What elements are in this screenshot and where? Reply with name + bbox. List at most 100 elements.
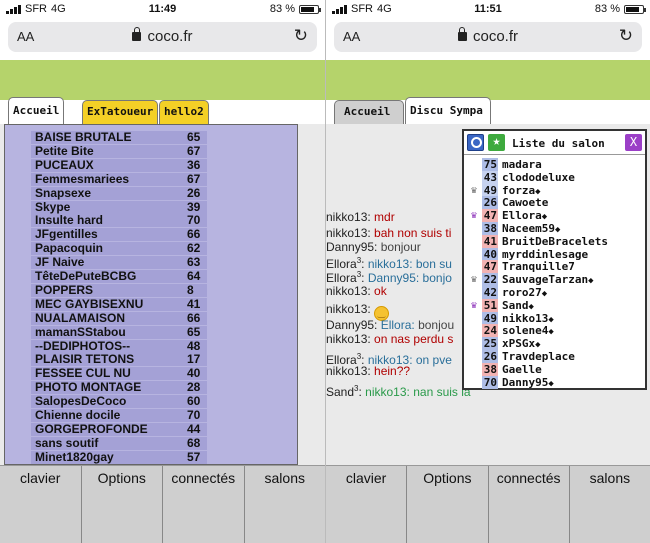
user-age: 66	[187, 310, 201, 325]
search-icon[interactable]	[467, 134, 484, 151]
room-user-age: 26	[482, 196, 498, 210]
user-list-item[interactable]: mamanSStabou 65	[31, 325, 207, 339]
user-age: 67	[187, 143, 201, 158]
tab-accueil[interactable]: Accueil	[8, 97, 65, 124]
address-bar[interactable]: AA coco.fr ↻	[8, 22, 317, 52]
message-author[interactable]: nikko13:	[326, 284, 371, 298]
message-author[interactable]: nikko13:	[326, 364, 371, 378]
connected-button[interactable]: connectés	[162, 466, 244, 543]
tab-discu-sympa[interactable]: Discu Sympa	[405, 97, 491, 124]
chat-message: nikko13: hein??	[326, 364, 410, 378]
room-user-name: Tranquille7	[502, 260, 575, 273]
status-diamond-icon: ◆	[548, 314, 554, 325]
user-list-item[interactable]: SalopesDeCoco 60	[31, 394, 207, 409]
user-name: POPPERS	[35, 282, 94, 297]
message-author[interactable]: nikko13:	[326, 210, 371, 224]
user-list-item[interactable]: --DEDIPHOTOS-- 48	[31, 338, 207, 353]
user-name: Skype	[35, 199, 71, 214]
options-button[interactable]: Options	[406, 466, 487, 543]
user-list-item[interactable]: Papacoquin 62	[31, 241, 207, 256]
address-bar[interactable]: AA coco.fr ↻	[334, 22, 642, 52]
user-name: SalopesDeCoco	[35, 394, 127, 409]
user-age: 66	[187, 227, 201, 242]
user-list-item[interactable]: TêteDePuteBCBG 64	[31, 270, 207, 283]
user-list-item[interactable]: MEC GAYBISEXNU 41	[31, 296, 207, 311]
room-user-age: 41	[482, 234, 498, 248]
room-user-name: Danny95◆	[502, 376, 554, 391]
tab-hello2[interactable]: hello2	[159, 100, 209, 124]
message-recipient: Ellora:	[380, 318, 415, 332]
options-button[interactable]: Options	[80, 466, 163, 543]
room-user-name-text: BruitDeBracelets	[502, 234, 608, 248]
room-user-age: 40	[482, 247, 498, 261]
crown-icon: ♛	[470, 210, 478, 222]
room-user-age: 26	[482, 350, 498, 363]
message-author[interactable]: Danny95:	[326, 240, 377, 254]
room-user-name-text: Travdeplace	[502, 350, 575, 363]
user-list-item[interactable]: sans soutif 68	[31, 436, 207, 450]
user-age: 62	[187, 241, 201, 256]
message-author[interactable]: Ellora	[326, 271, 357, 285]
room-user-name-text: Sand	[502, 298, 529, 312]
user-list-item[interactable]: Chienne docile 70	[31, 409, 207, 422]
message-author[interactable]: Danny95:	[326, 318, 377, 332]
user-list-item[interactable]: FESSEE CUL NU 40	[31, 367, 207, 381]
chat-message: nikko13: mdr	[326, 210, 395, 224]
user-list-item[interactable]: PHOTO MONTAGE 28	[31, 380, 207, 395]
star-icon[interactable]: ★	[488, 134, 505, 151]
user-name: Petite Bite	[35, 143, 94, 158]
user-list-item[interactable]: GORGEPROFONDE 44	[31, 422, 207, 436]
room-user-age: 47	[482, 209, 498, 223]
user-list-item[interactable]: Petite Bite 67	[31, 143, 207, 158]
message-author[interactable]: Sand	[326, 385, 354, 399]
message-author[interactable]: nikko13:	[326, 332, 371, 346]
room-user-name-text: roro27	[502, 286, 542, 299]
user-list-item[interactable]: PLAISIR TETONS 17	[31, 353, 207, 367]
user-list-item[interactable]: NUALAMAISON 66	[31, 310, 207, 325]
tab-accueil[interactable]: Accueil	[334, 100, 404, 124]
user-list-item[interactable]: Skype 39	[31, 199, 207, 214]
battery-icon	[624, 4, 646, 14]
message-text: on pve	[415, 353, 452, 367]
url-display[interactable]: coco.fr	[334, 27, 642, 45]
status-diamond-icon: ◆	[554, 225, 561, 235]
battery-percent: 83 %	[269, 3, 295, 15]
room-user-list[interactable]: ★ Liste du salon X 75 madara 43 clododeluxe…	[462, 129, 647, 390]
message-author[interactable]: nikko13:	[326, 226, 371, 240]
author-badge: 3	[356, 270, 362, 279]
room-user-name-text: Gaelle	[502, 362, 542, 376]
crown-icon: ♛	[470, 184, 478, 196]
user-list-item[interactable]: Snapsexe 26	[31, 186, 207, 200]
user-list-panel[interactable]: BAISE BRUTALE 65 Petite Bite 67 PUCEAUX 36 Fem…	[4, 124, 298, 465]
user-name: MEC GAYBISEXNU	[35, 296, 144, 311]
user-list-item[interactable]: Minet1820gay 57	[31, 450, 207, 464]
user-name: PHOTO MONTAGE	[35, 380, 142, 395]
message-author[interactable]: nikko13:	[326, 302, 371, 316]
user-list-item[interactable]: JFgentilles 66	[31, 227, 207, 242]
user-list-item[interactable]: POPPERS 8	[31, 282, 207, 297]
status-diamond-icon: ◆	[548, 327, 554, 338]
user-list-item[interactable]: Insulte hard 70	[31, 214, 207, 228]
battery-info: 83 %	[269, 3, 321, 15]
url-display[interactable]: coco.fr	[8, 27, 317, 45]
keyboard-button[interactable]: clavier	[0, 466, 81, 543]
close-icon[interactable]: X	[625, 134, 642, 151]
message-text: bonjo	[422, 271, 452, 285]
user-list-item[interactable]: Femmesmariees 67	[31, 171, 207, 186]
reload-icon[interactable]: ↻	[619, 26, 633, 46]
status-bar: SFR 4G 11:51 83 %	[326, 0, 650, 20]
rooms-button[interactable]: salons	[568, 466, 650, 543]
connected-button[interactable]: connectés	[487, 466, 569, 543]
reload-icon[interactable]: ↻	[294, 26, 308, 46]
user-list-item[interactable]: JF Naive 63	[31, 256, 207, 270]
user-list-item[interactable]: PUCEAUX 36	[31, 158, 207, 172]
user-name: --DEDIPHOTOS--	[35, 338, 131, 353]
user-list-item[interactable]: BAISE BRUTALE 65	[31, 131, 207, 144]
user-age: 39	[187, 199, 201, 214]
user-age: 28	[187, 380, 201, 395]
keyboard-button[interactable]: clavier	[326, 466, 406, 543]
user-name: Femmesmariees	[35, 171, 130, 186]
rooms-button[interactable]: salons	[243, 466, 326, 543]
tab-extatoueur[interactable]: ExTatoueur	[82, 100, 158, 124]
room-user-name-text: myrddinlesage	[502, 247, 589, 261]
